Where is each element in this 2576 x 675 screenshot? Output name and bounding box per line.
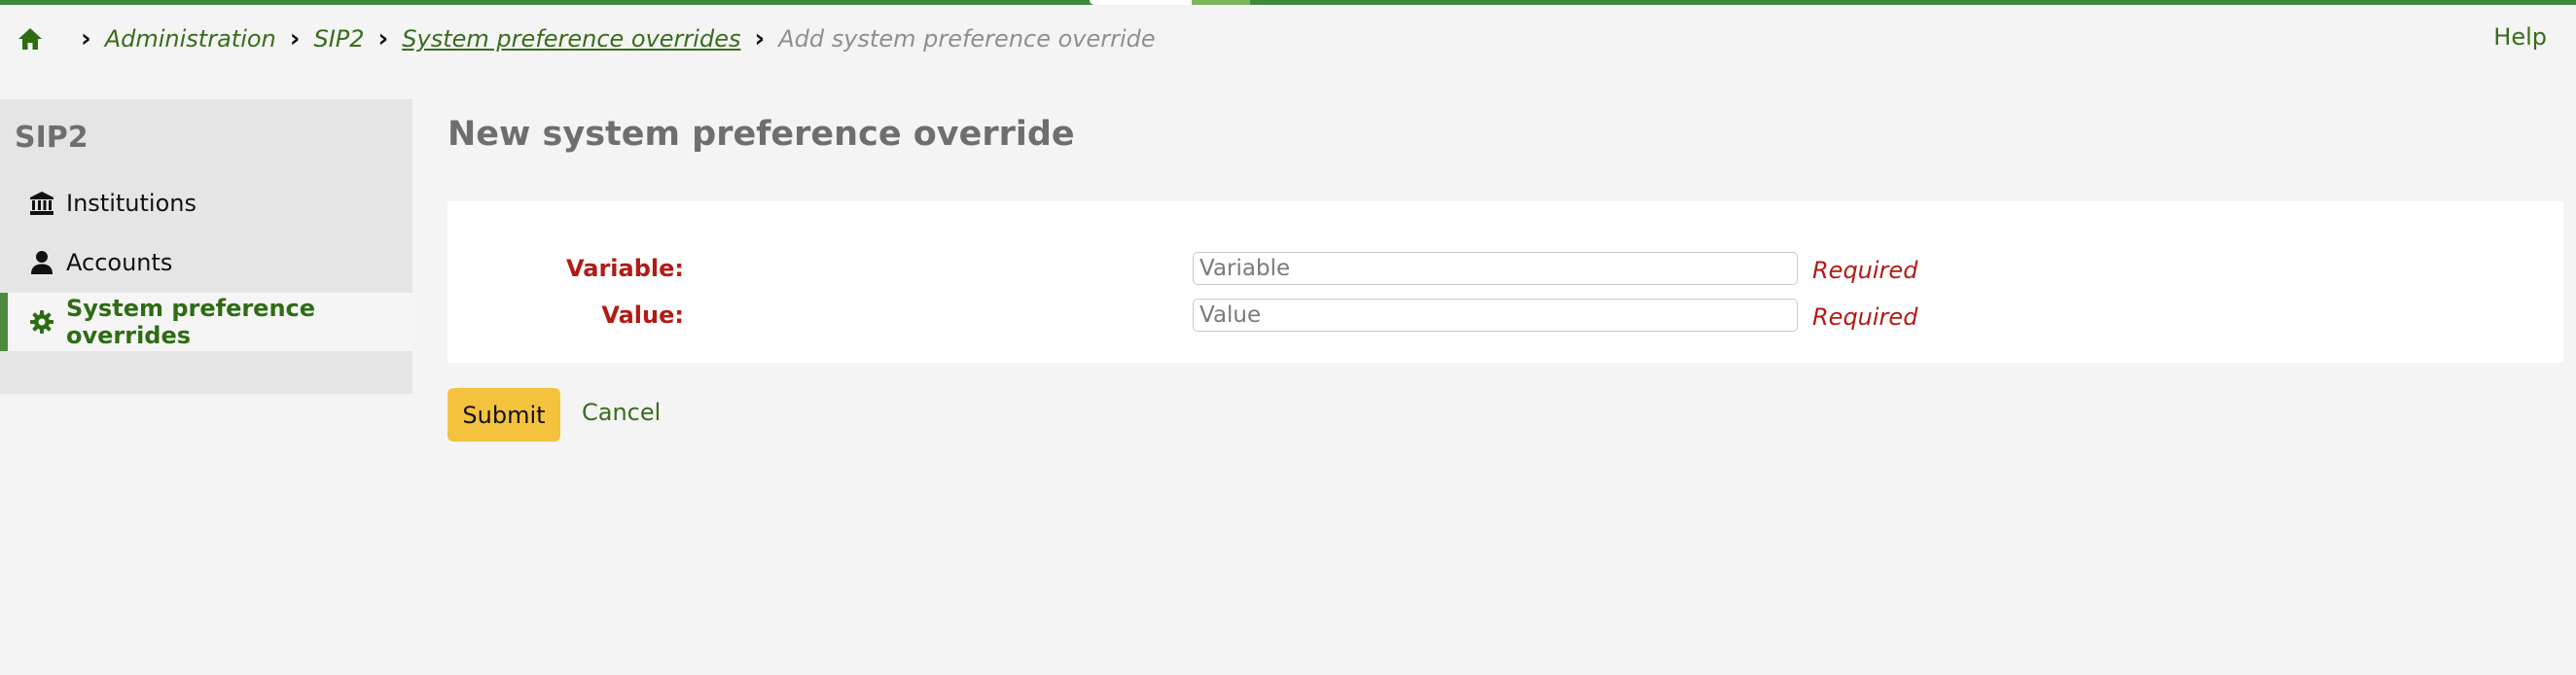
loading-bar-highlight: [1090, 0, 1197, 5]
breadcrumb-current-page: Add system preference override: [778, 25, 1156, 53]
loading-bar-tip: [1192, 0, 1250, 5]
value-input[interactable]: [1193, 299, 1798, 332]
breadcrumb-administration-link[interactable]: Administration: [105, 25, 276, 53]
submit-button[interactable]: Submit: [447, 388, 560, 442]
page-loading-bar: [0, 0, 2576, 5]
page-title: New system preference override: [447, 115, 1075, 154]
breadcrumb-system-preference-overrides-link[interactable]: System preference overrides: [402, 25, 740, 53]
gear-icon: [29, 309, 54, 335]
user-icon: [29, 250, 54, 275]
building-columns-icon: [29, 191, 54, 216]
sidebar-title: SIP2: [15, 121, 89, 155]
sidebar-item-label: System preference overrides: [66, 295, 316, 349]
override-form-panel: Variable: Required Value: Required: [447, 201, 2563, 363]
sidebar-item-institutions[interactable]: Institutions: [0, 174, 412, 232]
value-label: Value:: [601, 302, 684, 329]
breadcrumb: › Administration › SIP2 › System prefere…: [17, 21, 1156, 56]
cancel-link[interactable]: Cancel: [582, 399, 661, 426]
variable-required-text: Required: [1812, 257, 1918, 284]
breadcrumb-separator: ›: [754, 24, 766, 53]
sidebar: SIP2 Institutions Accounts System prefer…: [0, 99, 412, 394]
variable-label: Variable:: [566, 255, 684, 282]
breadcrumb-separator: ›: [81, 24, 91, 53]
help-link[interactable]: Help: [2493, 23, 2547, 51]
home-icon[interactable]: [17, 25, 44, 53]
sidebar-item-system-preference-overrides[interactable]: System preference overrides: [0, 293, 412, 351]
loading-bar-fill: [0, 0, 1187, 5]
value-required-text: Required: [1812, 303, 1918, 331]
breadcrumb-sip2-link[interactable]: SIP2: [313, 25, 364, 53]
sidebar-item-label: Accounts: [66, 249, 173, 276]
sidebar-item-label: Institutions: [66, 190, 197, 217]
variable-input[interactable]: [1193, 252, 1798, 285]
breadcrumb-separator: ›: [377, 24, 389, 53]
sidebar-item-accounts[interactable]: Accounts: [0, 233, 412, 292]
breadcrumb-separator: ›: [289, 24, 301, 53]
